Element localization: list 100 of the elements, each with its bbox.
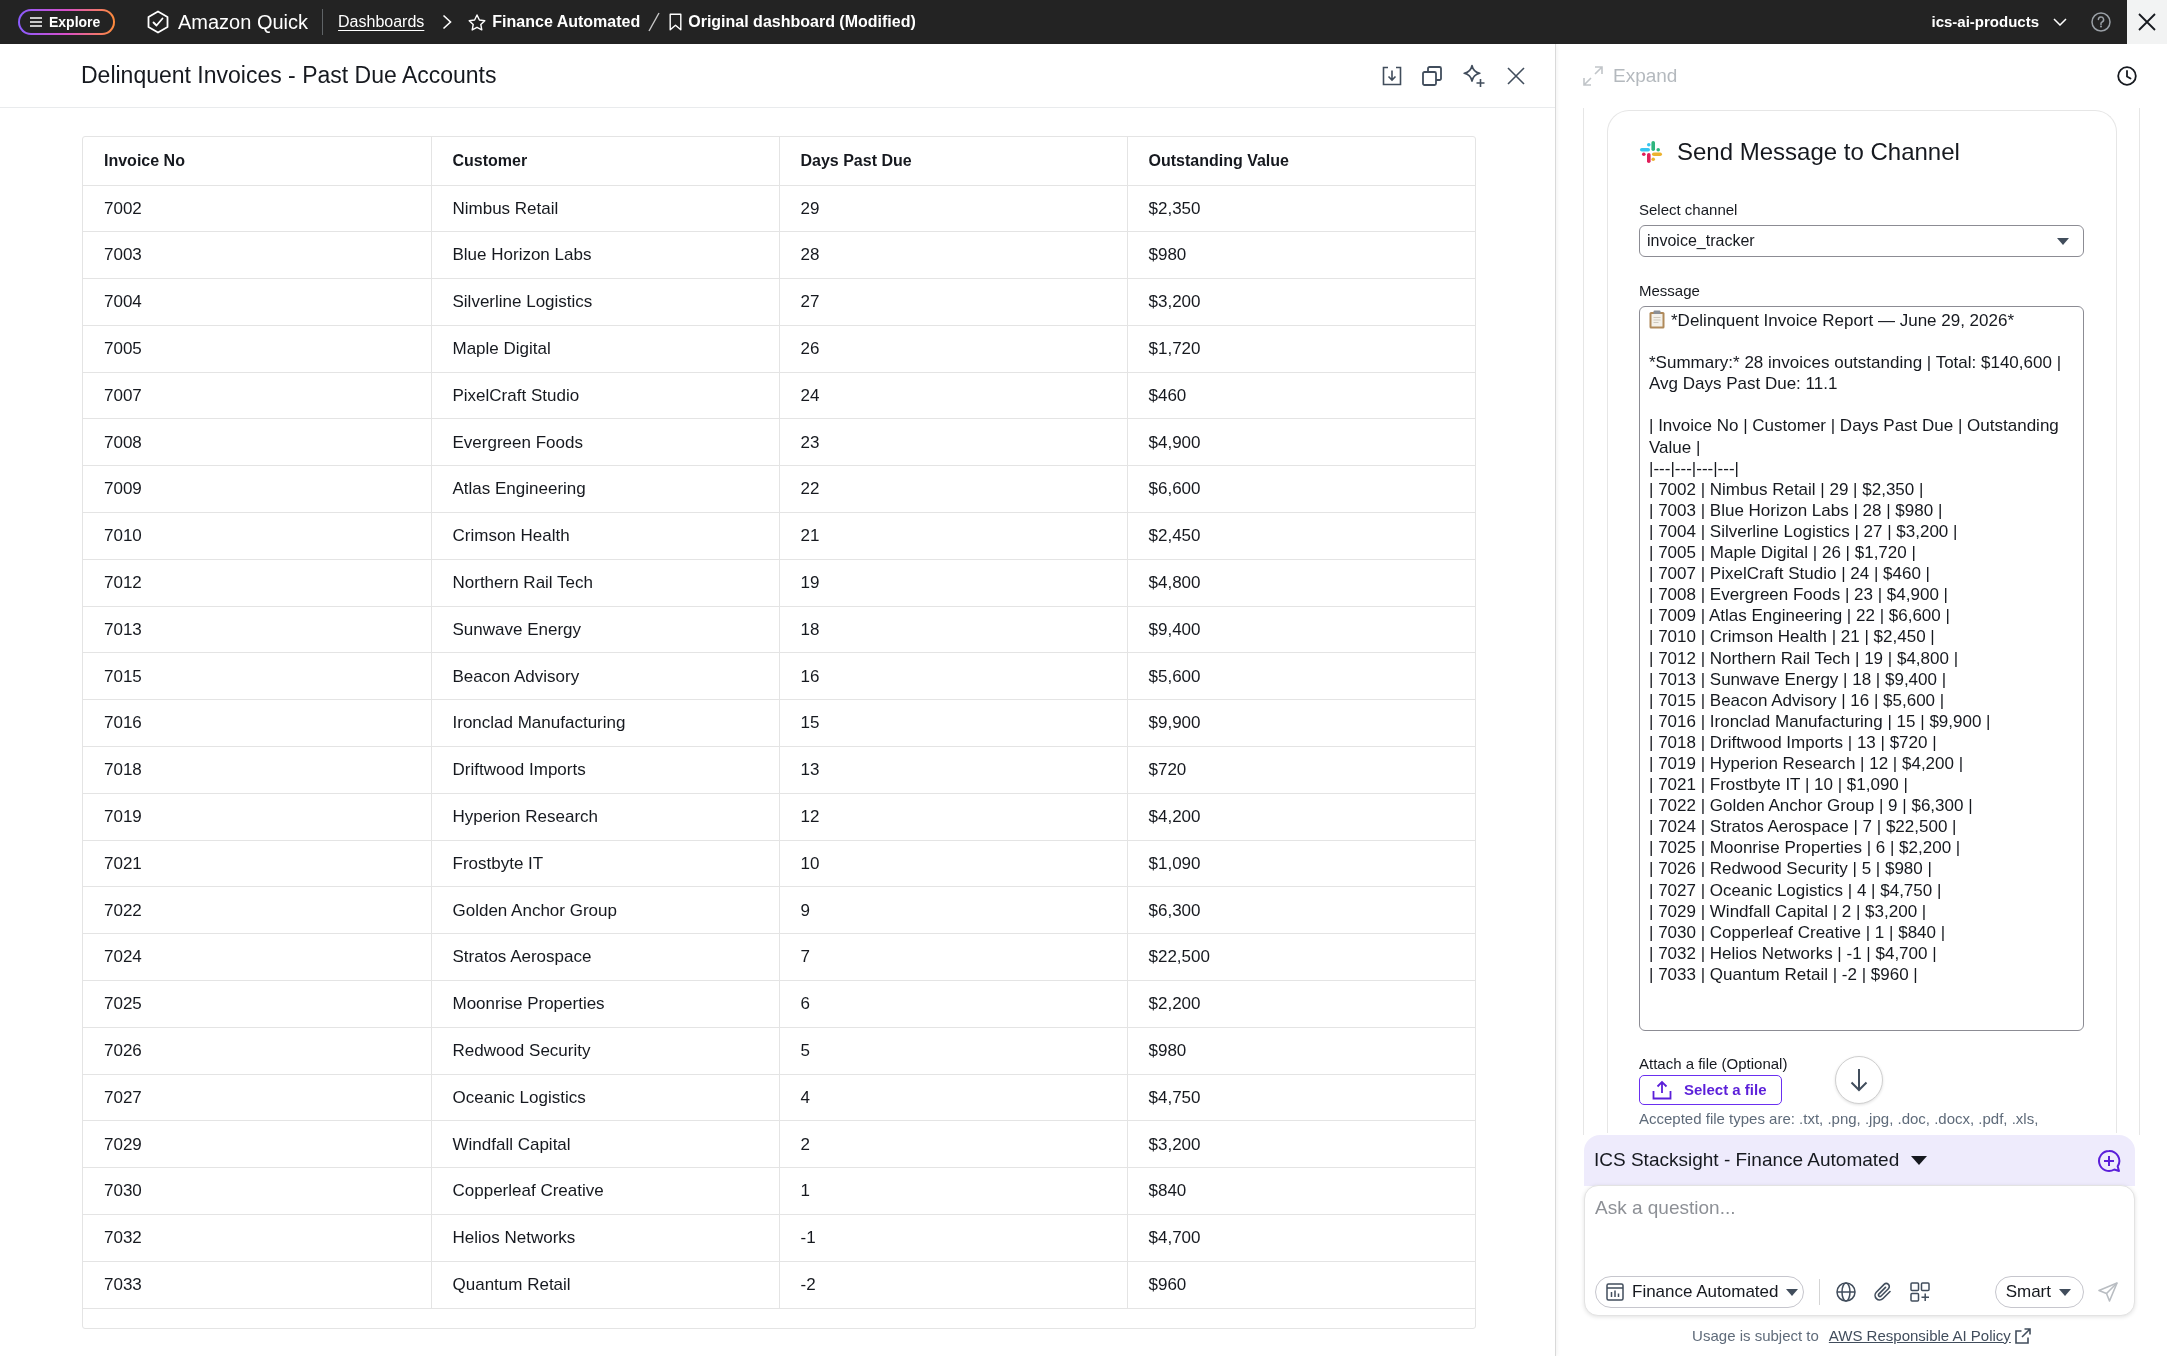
- mode-dropdown[interactable]: Smart: [1994, 1276, 2084, 1308]
- scroll-down-button[interactable]: [1835, 1056, 1883, 1104]
- chat-plus-icon[interactable]: [2097, 1148, 2121, 1173]
- table-cell: 15: [779, 699, 1127, 747]
- grid-plus-icon[interactable]: [1910, 1282, 1930, 1302]
- explore-button[interactable]: Explore: [18, 9, 115, 35]
- sparkle-plus-icon[interactable]: [1462, 63, 1486, 88]
- table-cell: 10: [779, 840, 1127, 887]
- table-cell: 7024: [83, 933, 431, 981]
- table-cell: Golden Anchor Group: [431, 886, 779, 934]
- close-icon[interactable]: [1506, 65, 1526, 86]
- table-cell: $840: [1127, 1167, 1475, 1215]
- table-cell: Frostbyte IT: [431, 840, 779, 887]
- select-file-button[interactable]: Select a file: [1639, 1075, 1782, 1105]
- table-cell: $4,900: [1127, 419, 1475, 466]
- topic-dropdown[interactable]: ICS Stacksight - Finance Automated: [1594, 1146, 1928, 1175]
- table-cell: $1,720: [1127, 325, 1475, 373]
- close-button[interactable]: [2127, 0, 2167, 44]
- table-cell: 5: [779, 1027, 1127, 1075]
- table-cell: Stratos Aerospace: [431, 933, 779, 981]
- table-cell: 7019: [83, 793, 431, 841]
- table-cell: $2,450: [1127, 512, 1475, 560]
- upload-icon: [1652, 1080, 1672, 1100]
- column-header: Days Past Due: [779, 137, 1127, 185]
- table-cell: -2: [779, 1261, 1127, 1309]
- table-cell: $6,600: [1127, 465, 1475, 513]
- menu-icon: [30, 17, 42, 27]
- table-cell: 27: [779, 278, 1127, 326]
- caret-down-icon: [1911, 1156, 1928, 1165]
- breadcrumb-link[interactable]: Dashboards: [338, 10, 425, 34]
- table-cell: $980: [1127, 231, 1475, 279]
- globe-icon[interactable]: [1836, 1282, 1856, 1302]
- table-cell: Windfall Capital: [431, 1120, 779, 1168]
- bookmark-icon[interactable]: [669, 13, 683, 31]
- table-cell: $2,350: [1127, 185, 1475, 232]
- breadcrumb-item: Finance Automated: [492, 12, 641, 32]
- table-cell: 6: [779, 980, 1127, 1028]
- table-cell: Beacon Advisory: [431, 652, 779, 700]
- star-icon[interactable]: [468, 13, 487, 31]
- table-cell: 7032: [83, 1214, 431, 1262]
- table-cell: 1: [779, 1167, 1127, 1215]
- table-cell: 13: [779, 746, 1127, 794]
- table-cell: Maple Digital: [431, 325, 779, 373]
- table-cell: 7033: [83, 1261, 431, 1309]
- card-title: Send Message to Channel: [1677, 137, 1960, 167]
- table-cell: Northern Rail Tech: [431, 559, 779, 607]
- table-cell: 7022: [83, 886, 431, 934]
- table-cell: 26: [779, 325, 1127, 373]
- field-label: Select channel: [1639, 201, 1739, 219]
- column-header: Customer: [431, 137, 779, 185]
- table-cell: $960: [1127, 1261, 1475, 1309]
- table-cell: Sunwave Energy: [431, 606, 779, 653]
- table-cell: 16: [779, 652, 1127, 700]
- table-cell: 7026: [83, 1027, 431, 1075]
- table-cell: 24: [779, 372, 1127, 419]
- table-cell: 7004: [83, 278, 431, 326]
- table-cell: Driftwood Imports: [431, 746, 779, 794]
- table-cell: $4,800: [1127, 559, 1475, 607]
- external-link-icon: [2014, 1328, 2031, 1344]
- channel-select[interactable]: invoice_tracker: [1639, 225, 2084, 257]
- table-cell: $980: [1127, 1027, 1475, 1075]
- field-label: Attach a file (Optional): [1639, 1055, 1789, 1073]
- table-cell: 7030: [83, 1167, 431, 1215]
- download-icon[interactable]: [1382, 65, 1402, 86]
- table-cell: $6,300: [1127, 886, 1475, 934]
- table-cell: 7010: [83, 512, 431, 560]
- help-icon[interactable]: [2091, 12, 2111, 32]
- question-field[interactable]: Ask a question...: [1595, 1194, 2118, 1228]
- policy-link[interactable]: AWS Responsible AI Policy: [1828, 1324, 2031, 1348]
- table-cell: 7021: [83, 840, 431, 887]
- paperclip-icon[interactable]: [1873, 1282, 1893, 1302]
- table-cell: Atlas Engineering: [431, 465, 779, 513]
- table-cell: Evergreen Foods: [431, 419, 779, 466]
- table-cell: Blue Horizon Labs: [431, 231, 779, 279]
- arrow-down-icon: [1850, 1068, 1868, 1092]
- table-cell: Moonrise Properties: [431, 980, 779, 1028]
- table-cell: $4,200: [1127, 793, 1475, 841]
- table-cell: Crimson Health: [431, 512, 779, 560]
- table-cell: Quantum Retail: [431, 1261, 779, 1309]
- table-cell: $720: [1127, 746, 1475, 794]
- table-cell: 7018: [83, 746, 431, 794]
- file-types-note: Accepted file types are: .txt, .png, .jpg, .doc, .docx, .pdf, .xls,: [1639, 1109, 2040, 1129]
- table-cell: $22,500: [1127, 933, 1475, 981]
- table-cell: 7003: [83, 231, 431, 279]
- table-cell: Nimbus Retail: [431, 185, 779, 232]
- dataset-dropdown[interactable]: Finance Automated: [1595, 1276, 1804, 1308]
- pinwheel-logo-icon: [1639, 140, 1663, 164]
- caret-down-icon: [1786, 1288, 1799, 1296]
- message-field[interactable]: *Delinquent Invoice Report — June 29, 2026* *Summary:* 28 invoices outstanding | Total: $140,600 | Avg Days Past Due: 11.1 | Invoice No | Customer | Days Past Due | Outstanding Value | |---|---|---|---| | 7002 | Nimbus Retail | 29 | $2,350 | | 7003 | Blue Horizon Labs | 28 | $980 | | 7004 | Silverline Logistics | 27 | $3,200 | | 7005 | Maple Digital | 26 | $1,720 | | 7007 | PixelCraft Studio | 24 | $460 | | 7008 | Evergreen Foods | 23 | $4,900 | | 7009 | Atlas Engineering | 22 | $6,600 | | 7010 | Crimson Health | 21 | $2,450 | | 7012 | Northern Rail Tech | 19 | $4,800 | | 7013 | Sunwave Energy | 18 | $9,400 | | 7015 | Beacon Advisory | 16 | $5,600 | | 7016 | Ironclad Manufacturing | 15 | $9,900 | | 7018 | Driftwood Imports | 13 | $720 | | 7019 | Hyperion Research | 12 | $4,200 | | 7021 | Frostbyte IT | 10 | $1,090 | | 7022 | Golden Anchor Group | 9 | $6,300 | | 7024 | Stratos Aerospace | 7 | $22,500 | | 7025 | Moonrise Properties | 6 | $2,200 | | 7026 | Redwood Security | 5 | $980 | | 7027 | Oceanic Logistics | 4 | $4,750 | | 7029 | Windfall Capital | 2 | $3,200 | | 7030 | Copperleaf Creative | 1 | $840 | | 7032 | Helios Networks | -1 | $4,700 | | 7033 | Quantum Retail | -2 | $960 |: [1639, 306, 2084, 1031]
- table-cell: 21: [779, 512, 1127, 560]
- table-cell: 7027: [83, 1074, 431, 1121]
- table-cell: 7008: [83, 419, 431, 466]
- table-cell: 7009: [83, 465, 431, 513]
- clock-icon[interactable]: [2117, 66, 2137, 86]
- account-dropdown[interactable]: ics-ai-products: [1931, 10, 2067, 34]
- field-label: Message: [1639, 282, 1701, 300]
- table-cell: Helios Networks: [431, 1214, 779, 1262]
- table-cell: $9,400: [1127, 606, 1475, 653]
- column-header: Invoice No: [83, 137, 431, 185]
- copy-icon[interactable]: [1422, 65, 1442, 86]
